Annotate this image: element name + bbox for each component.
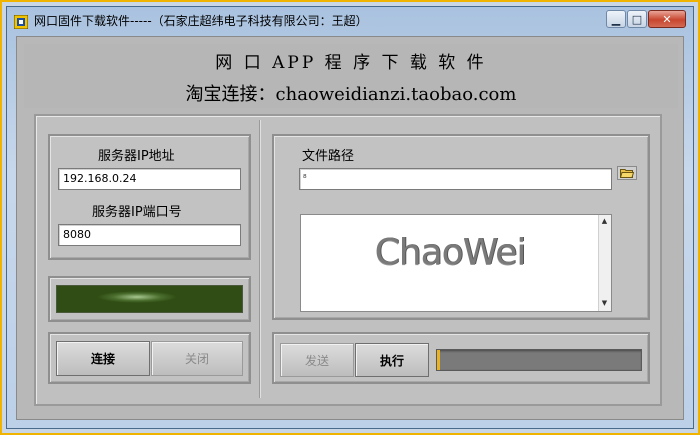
download-progress-fill <box>437 350 440 370</box>
file-path-input[interactable] <box>299 168 612 190</box>
execute-button[interactable]: 执行 <box>355 343 429 377</box>
scroll-down-arrow-icon[interactable]: ▼ <box>598 299 611 309</box>
server-ip-input[interactable]: 192.168.0.24 <box>58 168 241 190</box>
chaowei-logo: ChaoWei <box>374 232 527 273</box>
connection-status-led <box>56 285 243 313</box>
server-port-input[interactable]: 8080 <box>58 224 241 246</box>
file-path-label: 文件路径 <box>302 149 355 164</box>
maximize-button[interactable]: □ <box>627 10 647 28</box>
path-type-icon: ⁸ <box>303 174 307 184</box>
taobao-link-text: 淘宝连接：chaoweidianzi.taobao.com <box>185 84 517 105</box>
folder-open-icon <box>620 169 634 178</box>
server-port-label: 服务器IP端口号 <box>92 205 182 220</box>
window-title: 网口固件下载软件-----（石家庄超纬电子科技有限公司：王超） <box>34 14 368 28</box>
browse-folder-button[interactable] <box>617 166 637 180</box>
app-icon <box>13 14 29 30</box>
server-ip-label: 服务器IP地址 <box>98 149 175 164</box>
disconnect-button[interactable]: 关闭 <box>151 341 243 376</box>
minimize-button[interactable]: ▁ <box>606 10 626 28</box>
scroll-up-arrow-icon[interactable]: ▲ <box>598 217 611 227</box>
send-button[interactable]: 发送 <box>280 343 354 377</box>
app-heading: 网 口 APP 程 序 下 载 软 件 <box>215 53 487 73</box>
logo-scrollbar[interactable] <box>598 215 611 311</box>
connect-button[interactable]: 连接 <box>56 341 150 376</box>
panel-divider <box>259 120 261 398</box>
download-progress-bar <box>436 349 642 371</box>
close-window-button[interactable]: ✕ <box>648 10 686 28</box>
